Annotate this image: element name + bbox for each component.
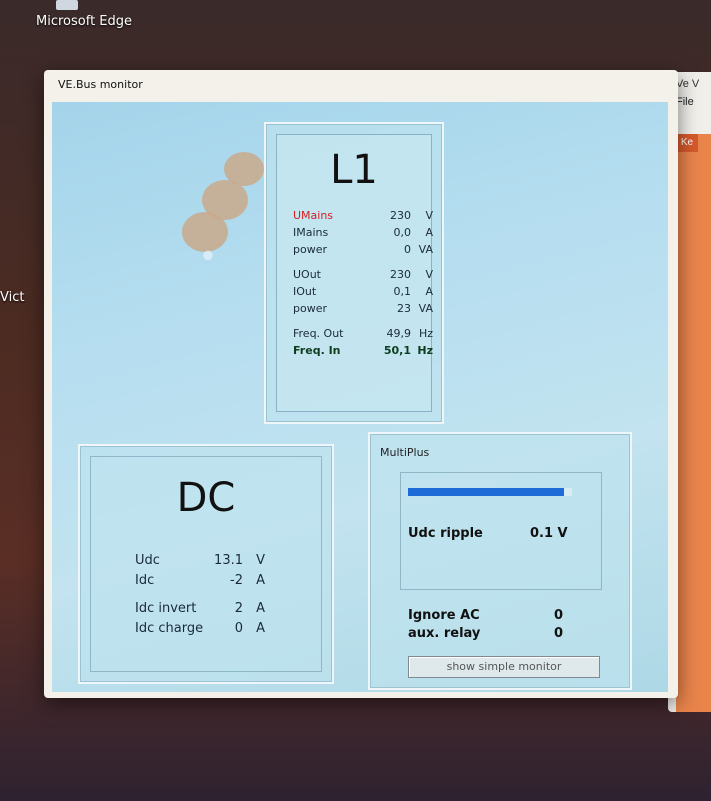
l1-title: L1 <box>330 147 378 193</box>
dc-label: Idc <box>135 573 155 588</box>
l1-label: IMains <box>293 226 329 239</box>
dc-inner-frame: DC Udc 13.1 V Idc -2 A Idc invert 2 A Idc charge 0… <box>90 456 322 672</box>
show-simple-monitor-button[interactable]: show simple monitor <box>408 656 600 678</box>
dc-value: 13.1 <box>214 553 243 568</box>
l1-row: Freq. Out 49,9 Hz <box>293 327 433 344</box>
aux-relay-label: aux. relay <box>408 626 481 641</box>
multiplus-panel: MultiPlus Udc ripple 0.1 V Ignore AC 0 a… <box>368 432 632 690</box>
l1-unit: A <box>425 285 433 298</box>
dc-value: 2 <box>234 601 243 616</box>
dc-row: Idc invert 2 A <box>135 601 265 621</box>
l1-row: power 23 VA <box>293 302 433 319</box>
decorative-blob <box>182 212 228 252</box>
l1-row: UMains 230 V <box>293 209 433 226</box>
dc-label: Idc charge <box>135 621 204 636</box>
l1-value: 230 <box>390 268 411 281</box>
l1-value: 0,1 <box>393 285 412 298</box>
l1-row: IMains 0,0 A <box>293 226 433 243</box>
l1-unit: V <box>425 209 433 222</box>
l1-label: Freq. Out <box>293 327 344 340</box>
l1-label: Freq. In <box>293 344 341 357</box>
l1-value: 49,9 <box>386 327 412 340</box>
l1-row: IOut 0,1 A <box>293 285 433 302</box>
dc-label: Udc <box>135 553 160 568</box>
l1-panel: L1 UMains 230 V IMains 0,0 Apower 0 VA UOut 230 V I… <box>264 122 444 424</box>
l1-inner-frame: L1 UMains 230 V IMains 0,0 Apower 0 VA UOut 230 V I… <box>276 134 433 412</box>
desktop-side-label[interactable]: Vict <box>0 290 24 305</box>
l1-label: UMains <box>293 209 334 222</box>
multiplus-legend: MultiPlus <box>380 446 430 459</box>
l1-label: power <box>293 243 327 256</box>
l1-unit: Hz <box>418 327 433 340</box>
l1-unit: A <box>425 226 433 239</box>
udc-ripple-label: Udc ripple <box>408 526 483 541</box>
dc-unit: A <box>256 621 265 636</box>
aux-relay-value: 0 <box>554 626 564 641</box>
l1-label: IOut <box>293 285 317 298</box>
l1-unit: VA <box>418 302 433 315</box>
dc-row: Idc -2 A <box>135 573 265 593</box>
background-window-body <box>676 134 711 712</box>
edge-desktop-label[interactable]: Microsoft Edge <box>36 14 132 29</box>
l1-row: UOut 230 V <box>293 268 433 285</box>
l1-value: 0,0 <box>393 226 412 239</box>
multiplus-progress-bar <box>408 488 572 496</box>
l1-label: power <box>293 302 327 315</box>
l1-row: power 0 VA <box>293 243 433 260</box>
dc-row: Idc charge 0 A <box>135 621 265 641</box>
dc-values: Udc 13.1 V Idc -2 A Idc invert 2 A Idc charge 0 A <box>135 553 265 641</box>
ignore-ac-value: 0 <box>554 608 564 623</box>
l1-unit: Hz <box>417 344 433 357</box>
l1-label: UOut <box>293 268 321 281</box>
l1-value: 50,1 <box>383 344 411 357</box>
decorative-blob <box>224 152 264 186</box>
ignore-ac-label: Ignore AC <box>408 608 480 623</box>
window-client-area: ● L1 UMains 230 V IMains 0,0 Apower 0 VA UOut 230… <box>52 102 668 692</box>
background-window-tab[interactable]: Ke <box>676 134 698 152</box>
l1-unit: VA <box>418 243 433 256</box>
window-title: VE.Bus monitor <box>58 78 143 91</box>
l1-value: 23 <box>397 302 411 315</box>
l1-value: 230 <box>390 209 411 222</box>
dc-unit: A <box>256 601 265 616</box>
multiplus-progress-fill <box>408 488 564 496</box>
dc-value: -2 <box>230 573 243 588</box>
edge-app-icon[interactable] <box>56 0 78 10</box>
udc-ripple-value: 0.1 V <box>530 526 568 541</box>
vebus-monitor-window[interactable]: VE.Bus monitor ● L1 UMains 230 V IMains 0,0 A… <box>44 70 678 698</box>
dc-panel: DC Udc 13.1 V Idc -2 A Idc invert 2 A Idc charge 0… <box>78 444 334 684</box>
dc-unit: V <box>256 553 265 568</box>
dc-row: Udc 13.1 V <box>135 553 265 573</box>
l1-values: UMains 230 V IMains 0,0 Apower 0 VA UOut 230 V IOut… <box>293 209 433 361</box>
dc-unit: A <box>256 573 265 588</box>
dc-label: Idc invert <box>135 601 197 616</box>
l1-unit: V <box>425 268 433 281</box>
l1-value: 0 <box>404 243 411 256</box>
dc-value: 0 <box>234 621 243 636</box>
l1-row: Freq. In 50,1 Hz <box>293 344 433 361</box>
dc-title: DC <box>176 475 236 521</box>
